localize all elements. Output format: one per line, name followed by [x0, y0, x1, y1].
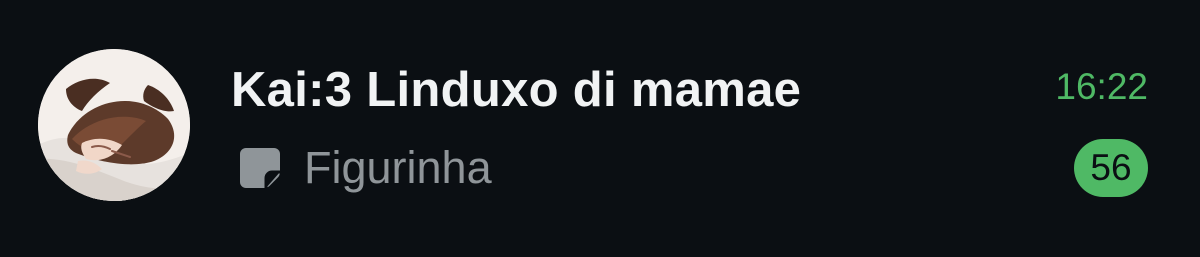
preview-text: Figurinha — [304, 142, 492, 193]
chat-list-item[interactable]: Kai:3 Linduxo di mamae Figurinha 16:22 5… — [0, 0, 1200, 257]
unread-badge: 56 — [1074, 139, 1148, 197]
avatar[interactable] — [38, 49, 190, 201]
last-message-time: 16:22 — [1055, 66, 1148, 107]
chat-title: Kai:3 Linduxo di mamae — [231, 63, 802, 117]
last-message-preview: Figurinha — [236, 140, 492, 196]
avatar-image — [38, 49, 190, 201]
sticker-icon — [236, 144, 284, 192]
